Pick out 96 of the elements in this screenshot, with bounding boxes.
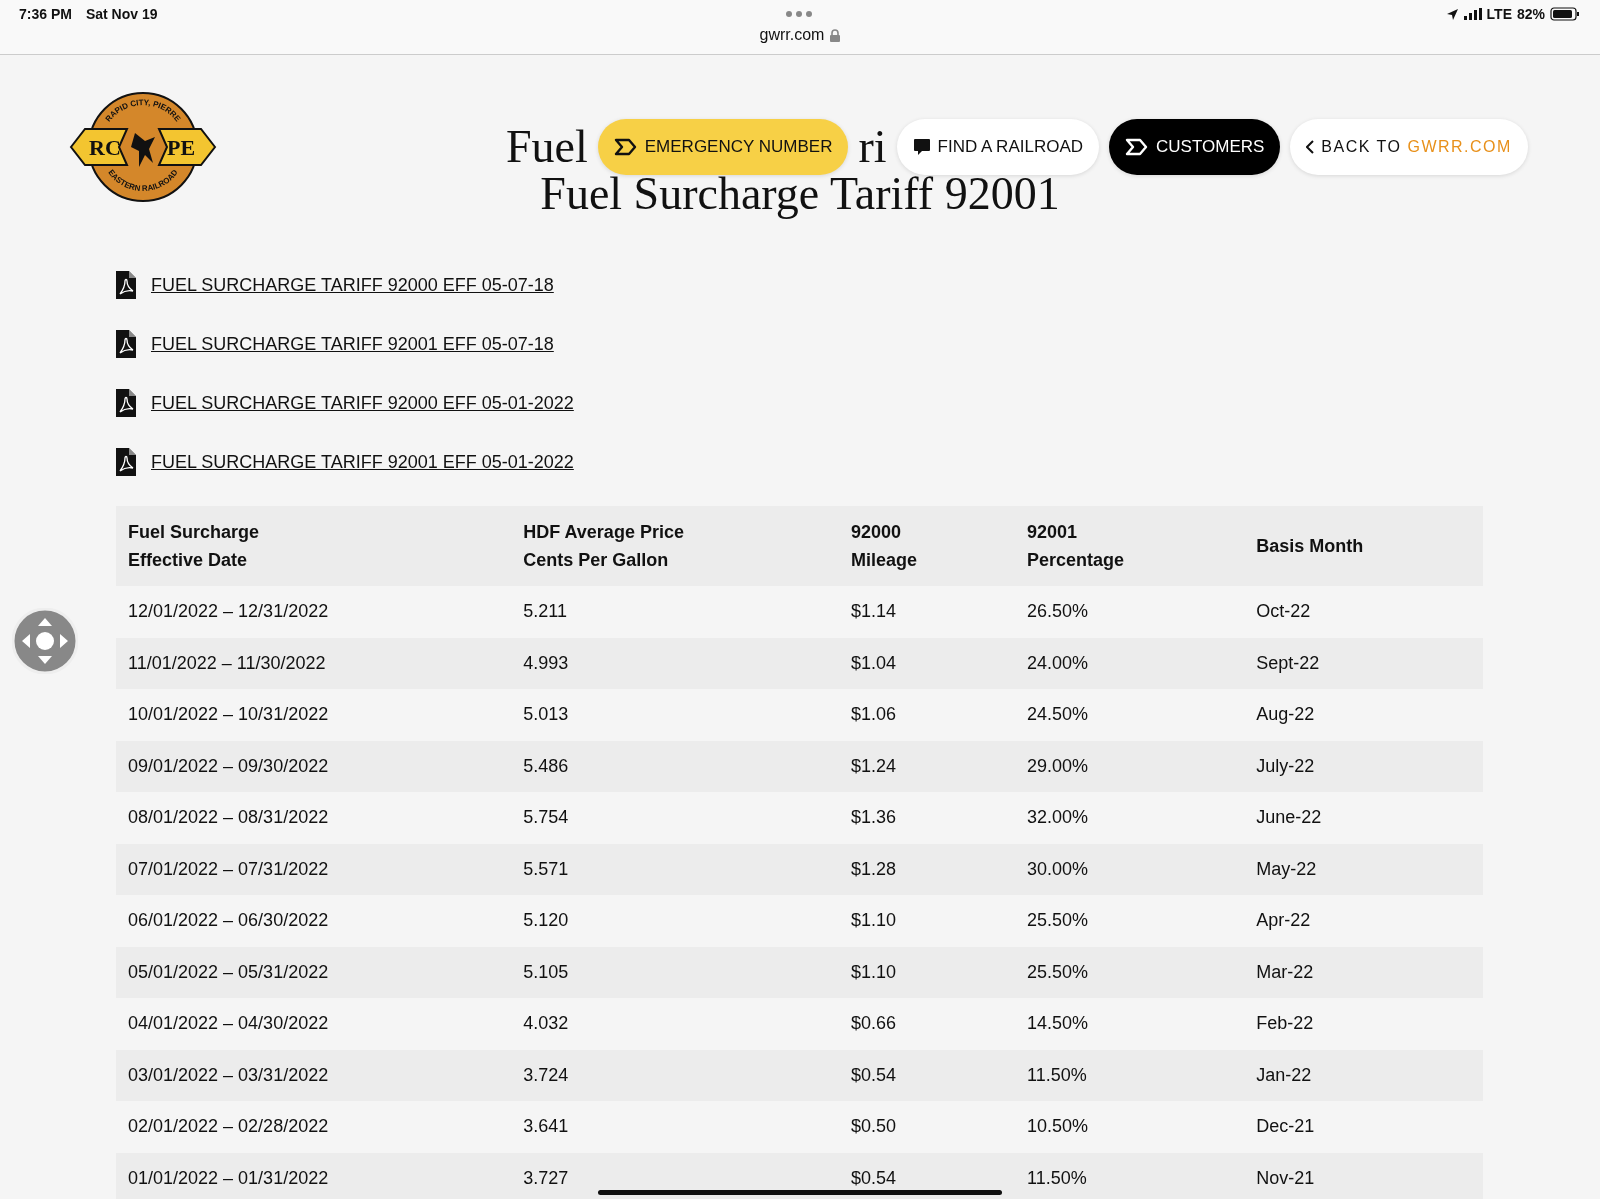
table-cell: 25.50% [1015, 895, 1245, 947]
table-cell: June-22 [1244, 792, 1483, 844]
table-cell: 24.50% [1015, 689, 1245, 741]
table-cell: 5.754 [511, 792, 839, 844]
table-cell: $0.54 [838, 1049, 1016, 1101]
table-cell: July-22 [1244, 740, 1483, 792]
back-link[interactable]: BACK TO GWRR.COM [1290, 119, 1528, 175]
table-cell: 11.50% [1015, 1152, 1245, 1199]
table-cell: 29.00% [1015, 740, 1245, 792]
table-cell: Aug-22 [1244, 689, 1483, 741]
table-cell: 11.50% [1015, 1049, 1245, 1101]
table-cell: 4.993 [511, 637, 839, 689]
table-cell: 5.013 [511, 689, 839, 741]
document-link[interactable]: FUEL SURCHARGE TARIFF 92000 EFF 05-01-2022 [151, 392, 574, 414]
page-title: ri [858, 122, 887, 172]
pdf-file-icon [116, 389, 136, 417]
lock-icon [830, 28, 841, 42]
url-text[interactable]: gwrr.com [759, 26, 825, 44]
network-label: LTE [1486, 6, 1512, 22]
chevron-tag-icon [613, 138, 638, 156]
column-header: HDF Average Price Cents Per Gallon [511, 506, 839, 586]
pdf-file-icon [116, 330, 136, 358]
table-cell: 25.50% [1015, 946, 1245, 998]
status-time: 7:36 PM [19, 6, 72, 22]
table-cell: 4.032 [511, 998, 839, 1050]
battery-percent: 82% [1516, 6, 1545, 22]
table-cell: 5.105 [511, 946, 839, 998]
table-cell: 02/01/2022 – 02/28/2022 [116, 1101, 512, 1153]
table-cell: 12/01/2022 – 12/31/2022 [116, 586, 512, 638]
table-cell: 30.00% [1015, 843, 1245, 895]
table-cell: $0.66 [838, 998, 1016, 1050]
table-cell: $1.28 [838, 843, 1016, 895]
table-cell: Oct-22 [1244, 586, 1483, 638]
nav-button[interactable]: CUSTOMERS [1109, 119, 1281, 175]
table-cell: 06/01/2022 – 06/30/2022 [116, 895, 512, 947]
table-cell: 5.486 [511, 740, 839, 792]
battery-icon [1550, 7, 1580, 21]
table-cell: 14.50% [1015, 998, 1245, 1050]
signal-icon [1463, 8, 1482, 20]
table-cell: $0.50 [838, 1101, 1016, 1153]
document-link[interactable]: FUEL SURCHARGE TARIFF 92001 EFF 05-07-18 [151, 333, 554, 355]
table-cell: Nov-21 [1244, 1152, 1483, 1199]
table-cell: $1.24 [838, 740, 1016, 792]
table-cell: 5.211 [511, 586, 839, 638]
location-arrow-icon [1445, 7, 1459, 21]
table-cell: $1.14 [838, 586, 1016, 638]
column-header: 92001 Percentage [1015, 506, 1245, 586]
logo-text: PE [167, 135, 196, 160]
table-cell: 03/01/2022 – 03/31/2022 [116, 1049, 512, 1101]
chevron-left-icon [1306, 140, 1315, 154]
table-cell: 09/01/2022 – 09/30/2022 [116, 740, 512, 792]
table-cell: 05/01/2022 – 05/31/2022 [116, 946, 512, 998]
table-cell: Apr-22 [1244, 895, 1483, 947]
column-header: 92000 Mileage [838, 506, 1016, 586]
chevron-tag-icon [1125, 138, 1150, 156]
table-cell: 11/01/2022 – 11/30/2022 [116, 637, 512, 689]
joystick-icon[interactable] [12, 608, 78, 674]
table-cell: $1.10 [838, 895, 1016, 947]
more-dots-icon [786, 11, 812, 17]
table-cell: Mar-22 [1244, 946, 1483, 998]
pdf-file-icon [116, 448, 136, 476]
table-cell: 32.00% [1015, 792, 1245, 844]
table-cell: 10/01/2022 – 10/31/2022 [116, 689, 512, 741]
pdf-file-icon [116, 271, 136, 299]
table-cell: 3.727 [511, 1152, 839, 1199]
table-cell: 3.641 [511, 1101, 839, 1153]
table-cell: 04/01/2022 – 04/30/2022 [116, 998, 512, 1050]
table-cell: $1.06 [838, 689, 1016, 741]
document-link[interactable]: FUEL SURCHARGE TARIFF 92001 EFF 05-01-2022 [151, 451, 574, 473]
table-cell: 01/01/2022 – 01/31/2022 [116, 1152, 512, 1199]
document-link[interactable]: FUEL SURCHARGE TARIFF 92000 EFF 05-07-18 [151, 274, 554, 296]
table-cell: 10.50% [1015, 1101, 1245, 1153]
nav-button[interactable]: EMERGENCY NUMBER [597, 119, 849, 175]
logo-emblem-drawing[interactable] [69, 92, 217, 202]
table-cell: May-22 [1244, 843, 1483, 895]
table-cell: 5.120 [511, 895, 839, 947]
table-cell: Sept-22 [1244, 637, 1483, 689]
table-cell: Dec-21 [1244, 1101, 1483, 1153]
table-cell: Feb-22 [1244, 998, 1483, 1050]
page-title: Fuel [506, 122, 588, 172]
speech-bubble-icon [912, 138, 931, 156]
table-cell: 3.724 [511, 1049, 839, 1101]
nav-button[interactable]: FIND A RAILROAD [896, 119, 1100, 175]
table-cell: 08/01/2022 – 08/31/2022 [116, 792, 512, 844]
table-cell: $1.36 [838, 792, 1016, 844]
table-cell: 07/01/2022 – 07/31/2022 [116, 843, 512, 895]
column-header: Basis Month [1244, 506, 1483, 586]
table-cell: $1.04 [838, 637, 1016, 689]
table-cell: Jan-22 [1244, 1049, 1483, 1101]
column-header: Fuel Surcharge Effective Date [116, 506, 512, 586]
table-cell: $1.10 [838, 946, 1016, 998]
table-cell: 26.50% [1015, 586, 1245, 638]
logo-text: RC [89, 135, 121, 160]
table-cell: 24.00% [1015, 637, 1245, 689]
status-date: Sat Nov 19 [85, 6, 158, 22]
table-cell: 5.571 [511, 843, 839, 895]
